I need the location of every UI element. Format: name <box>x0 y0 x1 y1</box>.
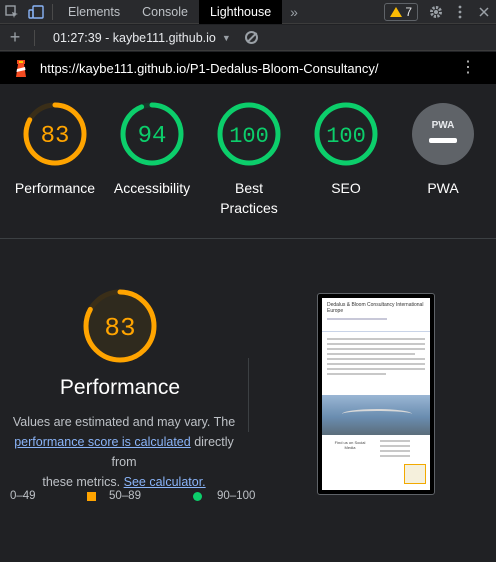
report-selector[interactable]: 01:27:39 - kaybe111.github.io ▼ <box>39 31 231 45</box>
thumbnail-nav <box>327 318 387 320</box>
gauge-best-practices-score: 100 <box>229 124 269 149</box>
report-menu-icon[interactable]: ⋮ <box>460 60 476 76</box>
report-selector-label: 01:27:39 - kaybe111.github.io <box>53 30 216 45</box>
gauge-seo[interactable]: 100 SEO <box>298 100 394 198</box>
performance-detail-title: Performance <box>59 376 181 399</box>
legend-average-square-icon <box>87 492 96 501</box>
more-tabs-icon[interactable]: » <box>282 4 306 20</box>
section-divider <box>0 238 496 239</box>
gauge-pwa-label: PWA <box>427 180 459 196</box>
report-url[interactable]: https://kaybe111.github.io/P1-Dedalus-Bl… <box>40 61 378 76</box>
gauge-accessibility[interactable]: 94 Accessibility <box>104 100 200 198</box>
device-toolbar-icon[interactable] <box>24 0 48 24</box>
pwa-badge-text: PWA <box>432 120 455 131</box>
tab-lighthouse[interactable]: Lighthouse <box>198 0 283 24</box>
devtools-tabbar: Elements Console Lighthouse » 7 <box>0 0 496 24</box>
inspect-element-icon[interactable] <box>0 0 24 24</box>
lighthouse-toolbar: + 01:27:39 - kaybe111.github.io ▼ <box>0 25 496 51</box>
performance-description: Values are estimated and may vary. The p… <box>0 412 248 492</box>
new-report-plus-icon[interactable]: + <box>0 27 30 48</box>
pwa-badge-icon: PWA <box>412 103 474 165</box>
gauge-accessibility-score: 94 <box>138 123 167 150</box>
gauge-performance[interactable]: 83 Performance <box>7 100 103 198</box>
gauge-best-practices[interactable]: 100 Best Practices <box>201 100 297 218</box>
thumbnail-hero-photo <box>322 395 430 435</box>
legend-average-label: 50–89 <box>109 490 141 502</box>
legend-fail-triangle-icon <box>0 491 9 501</box>
gauge-seo-ring: 100 <box>314 102 378 166</box>
legend-fail-label: 0–49 <box>10 490 36 502</box>
final-screenshot-thumbnail[interactable]: Dedalus & Bloom Consultancy Internationa… <box>317 293 435 495</box>
thumbnail-site-title: Dedalus & Bloom Consultancy Internationa… <box>327 302 424 314</box>
gauge-best-practices-label-line2: Practices <box>220 200 278 216</box>
gauge-pwa[interactable]: PWA PWA <box>395 100 491 198</box>
gauge-performance-score: 83 <box>41 123 70 150</box>
thumbnail-page: Dedalus & Bloom Consultancy Internationa… <box>322 298 430 490</box>
legend-pass-label: 90–100 <box>217 490 256 502</box>
clear-reports-icon[interactable] <box>244 31 258 44</box>
gauge-accessibility-ring: 94 <box>120 102 184 166</box>
vertical-divider <box>248 358 249 432</box>
score-legend: 0–49 50–89 90–100 <box>0 487 280 507</box>
gauge-seo-score: 100 <box>326 124 366 149</box>
tab-elements[interactable]: Elements <box>57 0 131 24</box>
performance-score-link[interactable]: performance score is calculated <box>14 435 190 449</box>
thumbnail-badge <box>404 464 426 484</box>
thumbnail-paragraph <box>327 338 425 378</box>
performance-detail-score: 83 <box>104 313 135 343</box>
caret-down-icon: ▼ <box>221 32 231 43</box>
warning-icon <box>390 6 403 17</box>
report-url-bar: https://kaybe111.github.io/P1-Dedalus-Bl… <box>0 52 496 84</box>
legend-pass-circle-icon <box>193 492 202 501</box>
tab-console[interactable]: Console <box>131 0 199 24</box>
thumbnail-footer-links <box>380 440 410 460</box>
gauge-best-practices-label-line1: Best <box>234 180 263 196</box>
thumbnail-social-label: Find us on Social Media <box>334 440 366 450</box>
gauge-performance-ring: 83 <box>23 102 87 166</box>
toolbar-separator <box>34 29 35 46</box>
category-gauges: 83 Performance 94 Accessibility 100 Best… <box>0 96 496 226</box>
performance-detail-gauge: 83 <box>83 289 157 363</box>
customize-menu-icon[interactable] <box>448 0 472 24</box>
gauge-performance-label: Performance <box>14 180 96 196</box>
warning-count: 7 <box>405 4 412 19</box>
gauge-best-practices-label: Best Practices <box>201 178 297 218</box>
thumbnail-rule <box>322 331 430 332</box>
lighthouse-logo-icon <box>14 58 28 78</box>
warnings-badge[interactable]: 7 <box>384 2 418 21</box>
gauge-accessibility-label: Accessibility <box>113 180 191 196</box>
perf-desc-part1: Values are estimated and may vary. The <box>12 415 236 429</box>
gauge-seo-label: SEO <box>331 180 361 196</box>
close-icon[interactable] <box>472 0 496 24</box>
settings-gear-icon[interactable] <box>424 0 448 24</box>
gauge-best-practices-ring: 100 <box>217 102 281 166</box>
toolbar-separator <box>52 3 53 20</box>
